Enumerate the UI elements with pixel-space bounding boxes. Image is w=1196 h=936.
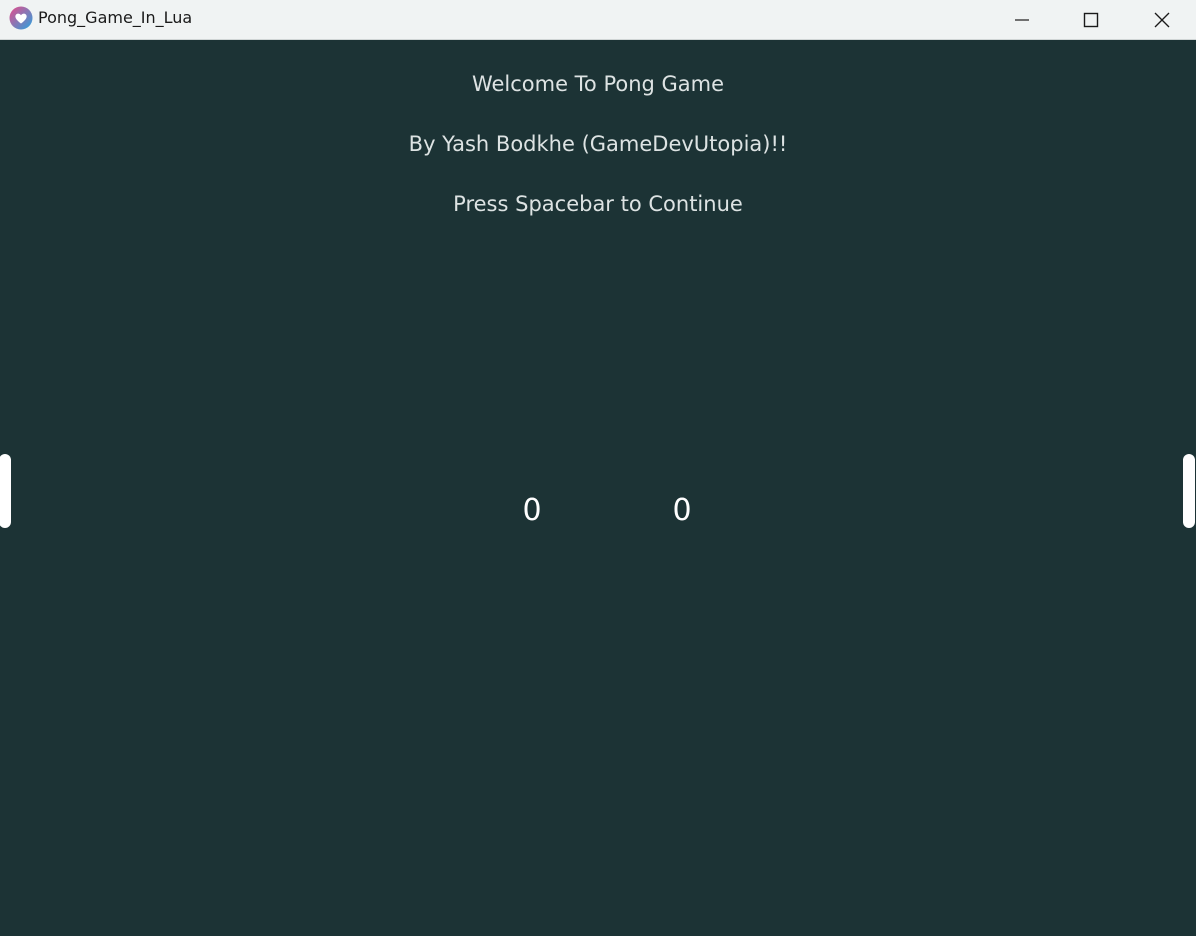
app-window: Pong_Game_In_Lua Welcome To Pong Game By… (0, 0, 1196, 936)
player1-score: 0 (522, 493, 542, 528)
window-title: Pong_Game_In_Lua (38, 8, 193, 27)
minimize-button[interactable] (999, 0, 1045, 40)
close-button[interactable] (1139, 0, 1185, 40)
title-bar[interactable]: Pong_Game_In_Lua (0, 0, 1196, 40)
player2-score: 0 (672, 493, 692, 528)
close-icon (1154, 12, 1170, 28)
maximize-button[interactable] (1068, 0, 1114, 40)
continue-prompt: Press Spacebar to Continue (453, 192, 743, 216)
author-credit: By Yash Bodkhe (GameDevUtopia)!! (408, 132, 788, 156)
right-paddle (1183, 454, 1195, 528)
game-canvas[interactable]: Welcome To Pong Game By Yash Bodkhe (Gam… (0, 40, 1196, 936)
left-paddle (0, 454, 11, 528)
minimize-icon (1015, 19, 1029, 21)
love2d-heart-icon (9, 6, 33, 30)
welcome-message: Welcome To Pong Game (471, 72, 725, 96)
maximize-icon (1083, 12, 1099, 28)
